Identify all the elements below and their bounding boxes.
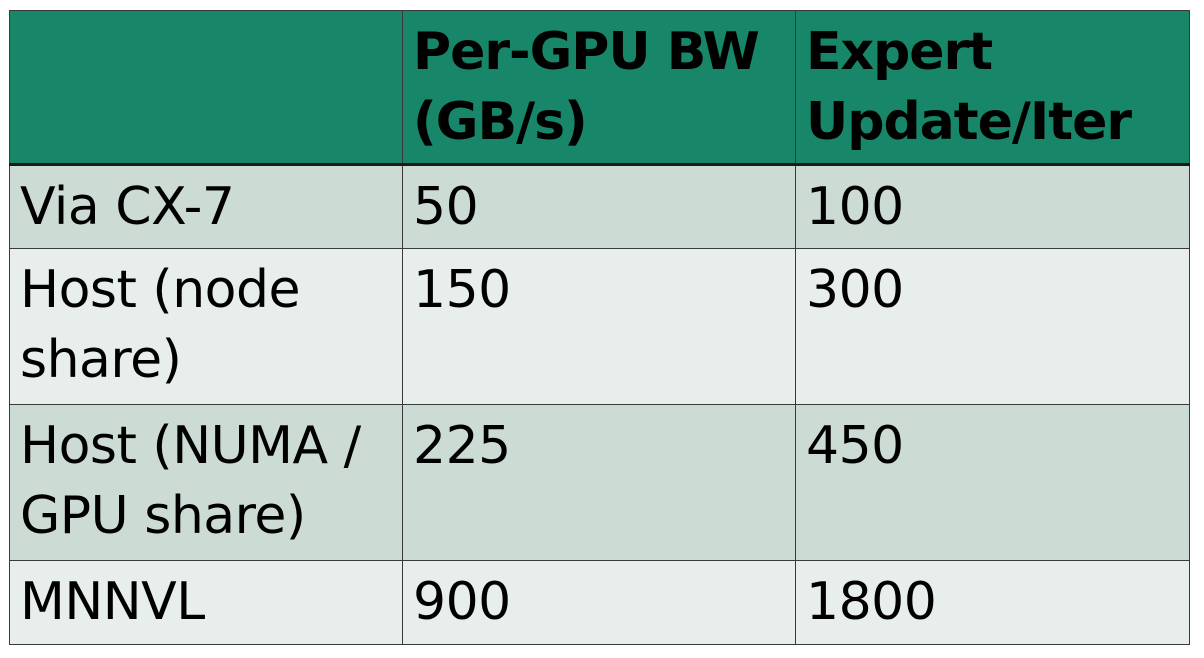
row-label: Host (NUMA / GPU share): [9, 404, 403, 561]
table-row: Via CX-7 50 100: [9, 164, 1190, 249]
update-value: 100: [795, 164, 1190, 249]
update-value: 1800: [795, 560, 1190, 645]
table-row: MNNVL 900 1800: [9, 560, 1190, 645]
row-label: MNNVL: [9, 560, 403, 645]
header-row: Per-GPU BW (GB/s) Expert Update/Iter: [9, 10, 1190, 166]
table-body: Via CX-7 50 100 Host (node share) 150 30…: [9, 164, 1190, 645]
bw-value: 900: [402, 560, 796, 645]
bw-value: 225: [402, 404, 796, 561]
header-cell-empty: [9, 10, 403, 166]
update-value: 450: [795, 404, 1190, 561]
header-cell-per-gpu-bw: Per-GPU BW (GB/s): [402, 10, 796, 166]
table-row: Host (node share) 150 300: [9, 248, 1190, 405]
bandwidth-table: Per-GPU BW (GB/s) Expert Update/Iter Via…: [9, 10, 1190, 645]
bw-value: 50: [402, 164, 796, 249]
row-label: Via CX-7: [9, 164, 403, 249]
header-cell-expert-update: Expert Update/Iter: [795, 10, 1190, 166]
table-row: Host (NUMA / GPU share) 225 450: [9, 404, 1190, 561]
update-value: 300: [795, 248, 1190, 405]
bw-value: 150: [402, 248, 796, 405]
row-label: Host (node share): [9, 248, 403, 405]
table-header: Per-GPU BW (GB/s) Expert Update/Iter: [9, 10, 1190, 166]
